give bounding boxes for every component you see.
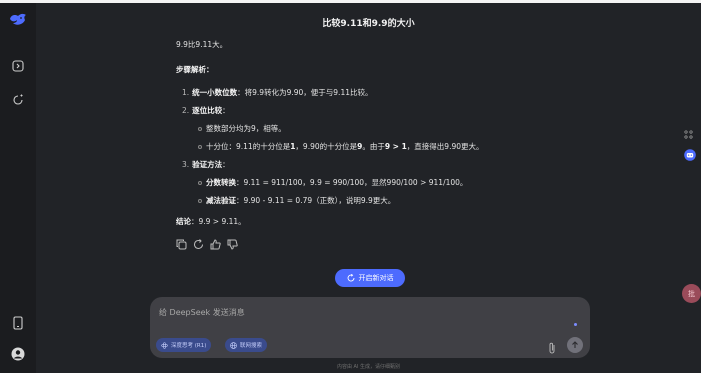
steps-heading: 步骤解析：	[176, 65, 214, 74]
new-chat-label: 开启新对话	[358, 274, 394, 282]
bullet-icon	[198, 127, 202, 131]
copy-icon[interactable]	[176, 235, 187, 254]
step-3: 3. 验证方法：	[182, 160, 230, 169]
browser-top-bar	[0, 0, 701, 3]
deep-think-label: 深度思考 (R1)	[171, 343, 207, 349]
deepseek-whale-icon[interactable]	[0, 13, 36, 27]
message-actions	[176, 235, 238, 254]
send-button[interactable]	[567, 337, 583, 353]
grid-icon[interactable]	[684, 124, 693, 143]
sidebar	[0, 3, 36, 373]
disclaimer: 内容由 AI 生成，请仔细甄别	[336, 364, 401, 370]
regenerate-icon[interactable]	[193, 235, 204, 254]
conclusion: 结论：9.9 > 9.11。	[176, 217, 246, 226]
sidebar-toggle-icon[interactable]	[0, 60, 36, 72]
globe-icon	[230, 341, 237, 349]
step-2: 2. 逐位比较：	[182, 106, 230, 115]
new-chat-button[interactable]: 开启新对话	[335, 269, 405, 287]
web-search-label: 联网搜索	[240, 343, 263, 349]
arrow-up-icon	[572, 341, 578, 348]
input-cursor-dot	[574, 323, 577, 326]
paperclip-icon[interactable]	[548, 339, 556, 358]
step-3-sub-1: 分数转换：9.11 = 911/100，9.9 = 990/100，显然990/…	[198, 177, 467, 188]
chat-title: 比较9.11和9.9的大小	[322, 19, 415, 29]
step-2-sub-2: 十分位：9.11的十分位是1，9.90的十分位是9。由于9 > 1，直接得出9.…	[198, 141, 484, 152]
new-chat-icon[interactable]	[0, 94, 36, 106]
message-input-box[interactable]: 给 DeepSeek 发送消息 深度思考 (R1) 联网搜索	[150, 297, 590, 358]
assistant-bot-icon[interactable]	[684, 146, 696, 165]
deep-think-toggle[interactable]: 深度思考 (R1)	[156, 338, 212, 352]
step-1: 1. 统一小数位数：将9.9转化为9.90，便于与9.11比较。	[182, 88, 373, 97]
web-search-toggle[interactable]: 联网搜索	[225, 338, 268, 352]
bullet-icon	[198, 145, 202, 149]
profile-icon[interactable]	[0, 347, 36, 361]
message-input[interactable]: 给 DeepSeek 发送消息	[159, 307, 245, 318]
phone-icon[interactable]	[0, 316, 36, 330]
thumbs-up-icon[interactable]	[210, 235, 221, 254]
answer-intro: 9.9比9.11大。	[176, 40, 228, 49]
step-3-sub-2: 减法验证：9.90 - 9.11 = 0.79（正数），说明9.9更大。	[198, 195, 395, 206]
step-2-sub-1: 整数部分均为9，相等。	[198, 123, 286, 134]
refresh-icon	[347, 274, 354, 282]
floating-badge[interactable]: 批	[682, 284, 701, 303]
atom-icon	[161, 341, 168, 349]
thumbs-down-icon[interactable]	[227, 235, 238, 254]
bullet-icon	[198, 181, 202, 185]
bullet-icon	[198, 199, 202, 203]
